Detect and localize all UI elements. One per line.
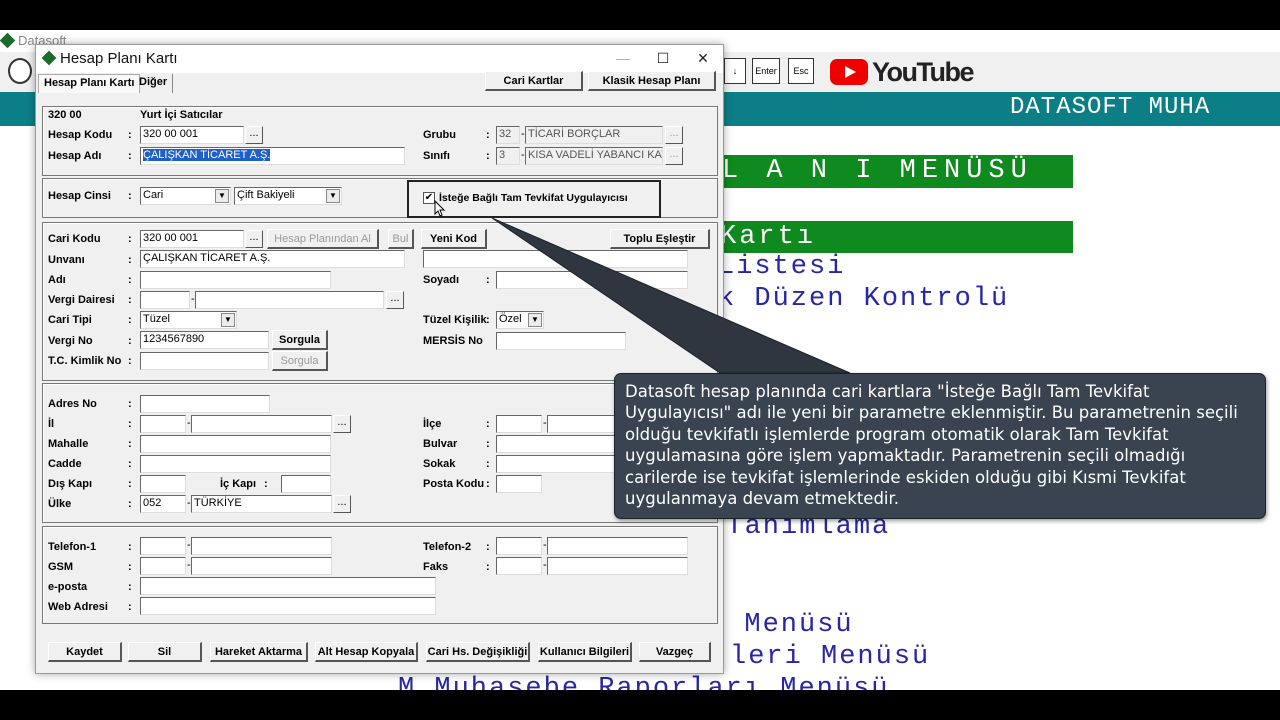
screen: Datasoft ↓ Enter Esc YouTube DATASOFT MU…	[0, 30, 1280, 690]
info-tooltip: Datasoft hesap planında cari kartlara "İ…	[614, 373, 1266, 519]
tooltip-pointer	[491, 217, 851, 374]
